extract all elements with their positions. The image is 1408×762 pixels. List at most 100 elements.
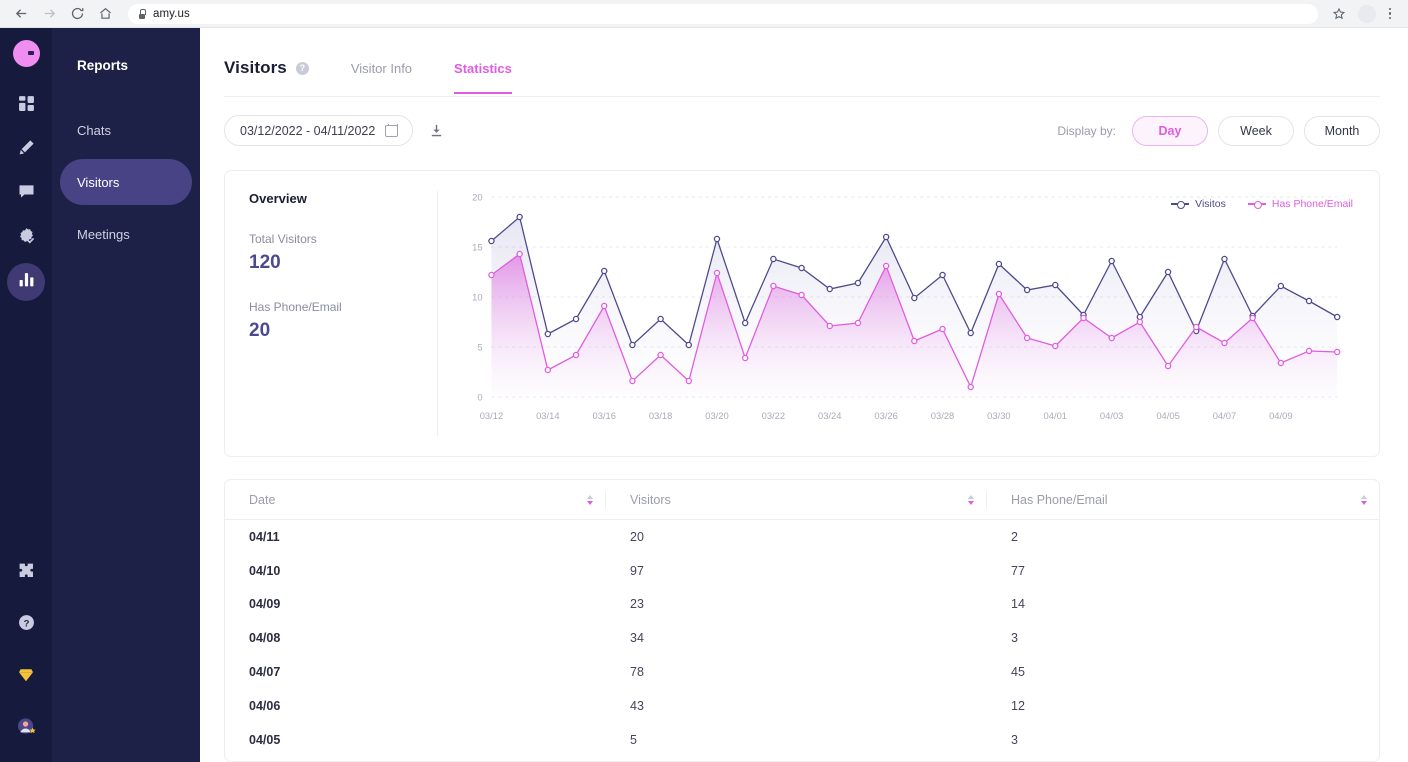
- svg-text:20: 20: [472, 192, 482, 203]
- rail-item-compose[interactable]: [7, 131, 45, 169]
- legend-label: Visitos: [1195, 198, 1226, 210]
- svg-text:04/07: 04/07: [1213, 411, 1236, 422]
- rail-item-reports[interactable]: [7, 263, 45, 301]
- chart-legend: Visitos Has Phone/Email: [1171, 198, 1353, 210]
- pencil-icon: [18, 139, 35, 161]
- display-by-label: Display by:: [1057, 123, 1116, 138]
- cell-date: 04/06: [249, 698, 281, 713]
- cell-visitors: 23: [630, 597, 644, 612]
- app-root: ? Reports Chats Visitors Meetings Visito…: [0, 28, 1408, 762]
- rail-item-account[interactable]: [7, 710, 45, 748]
- table-body: 04/11 20 2 04/10 97 77 04/09 23 14 04/08 34 3 04/07 7…: [225, 520, 1379, 761]
- cell-date: 04/07: [249, 665, 281, 680]
- svg-text:03/26: 03/26: [874, 411, 897, 422]
- table-row[interactable]: 04/06 43 12: [225, 689, 1379, 723]
- lock-icon: [138, 8, 146, 19]
- tab-visitor-info[interactable]: Visitor Info: [351, 61, 412, 94]
- stat-label: Has Phone/Email: [249, 300, 342, 314]
- table-header-row: Date Visitors Has Phone/Email: [225, 480, 1379, 520]
- user-avatar-logo[interactable]: [12, 40, 40, 67]
- home-icon[interactable]: [92, 1, 118, 27]
- tab-label: Visitor Info: [350, 60, 413, 76]
- address-bar-url: amy.us: [153, 7, 190, 20]
- svg-text:03/20: 03/20: [705, 411, 728, 422]
- sort-toggle-icon[interactable]: [587, 494, 605, 505]
- svg-text:03/30: 03/30: [987, 411, 1010, 422]
- address-bar[interactable]: amy.us: [128, 3, 1318, 24]
- question-circle-icon: ?: [18, 614, 35, 636]
- overview-panel: Overview Total Visitors 120 Has Phone/Em…: [225, 171, 437, 456]
- browser-toolbar: amy.us: [0, 0, 1408, 28]
- sidebar-title: Reports: [77, 58, 129, 73]
- sort-toggle-icon[interactable]: [1361, 494, 1379, 505]
- rail-item-chat[interactable]: [7, 175, 45, 213]
- table-row[interactable]: 04/05 5 3: [225, 723, 1379, 757]
- cell-date: 04/10: [249, 563, 281, 578]
- stat-total-visitors: Total Visitors 120: [249, 232, 437, 274]
- column-header-visitors[interactable]: Visitors: [606, 480, 986, 519]
- table-row[interactable]: 04/09 23 14: [225, 588, 1379, 622]
- svg-text:03/12: 03/12: [480, 411, 503, 422]
- table-row[interactable]: 04/07 78 45: [225, 655, 1379, 689]
- sort-asc-arrow-icon: [1361, 494, 1367, 499]
- download-icon[interactable]: [429, 123, 444, 138]
- reload-icon[interactable]: [64, 1, 90, 27]
- back-arrow-icon[interactable]: [8, 1, 34, 27]
- forward-arrow-icon[interactable]: [36, 1, 62, 27]
- sidebar-item-label: Visitors: [77, 174, 120, 190]
- tab-statistics[interactable]: Statistics: [454, 61, 512, 94]
- main-content: Visitors ? Visitor Info Statistics 03/12…: [200, 28, 1408, 762]
- display-by-month[interactable]: Month: [1304, 115, 1380, 146]
- stat-value: 120: [249, 252, 281, 273]
- grid-icon: [18, 95, 35, 117]
- visitors-line-chart: 0 5 10 15 20 03/12 03/14 03/16 03/18 03/20 03/22 03…: [472, 192, 1341, 422]
- sidebar-item-chats[interactable]: Chats: [60, 107, 192, 153]
- kebab-menu-icon[interactable]: [1382, 7, 1398, 20]
- date-range-picker[interactable]: 03/12/2022 - 04/11/2022: [224, 115, 414, 146]
- cell-date: 04/11: [249, 529, 280, 544]
- display-by-day[interactable]: Day: [1132, 115, 1208, 146]
- table-row[interactable]: 04/10 97 77: [225, 554, 1379, 588]
- gear-check-icon: [18, 227, 35, 249]
- sidebar-item-meetings[interactable]: Meetings: [60, 211, 192, 257]
- cell-visitors: 20: [630, 529, 644, 544]
- overview-title: Overview: [249, 191, 307, 206]
- legend-item-phone-email[interactable]: Has Phone/Email: [1247, 198, 1353, 210]
- date-range-value: 03/12/2022 - 04/11/2022: [240, 123, 376, 138]
- segment-label: Week: [1240, 123, 1272, 138]
- table-row[interactable]: 04/0400: [225, 757, 1379, 761]
- svg-text:04/03: 04/03: [1100, 411, 1123, 422]
- rail-item-upgrade[interactable]: [7, 658, 45, 696]
- chart-panel: Visitos Has Phone/Email 0 5 10 15 20 03/12 03/…: [438, 171, 1379, 456]
- sort-toggle-icon[interactable]: [968, 494, 986, 505]
- svg-text:15: 15: [472, 242, 482, 253]
- rail-item-integrations[interactable]: [7, 554, 45, 592]
- star-icon[interactable]: [1326, 1, 1352, 27]
- cell-date: 04/09: [249, 597, 281, 612]
- sort-desc-arrow-icon: [968, 500, 974, 505]
- legend-item-visitors[interactable]: Visitos: [1171, 198, 1226, 210]
- svg-text:03/24: 03/24: [818, 411, 841, 422]
- browser-actions: [1326, 1, 1400, 27]
- svg-text:03/14: 03/14: [536, 411, 559, 422]
- table-row[interactable]: 04/11 20 2: [225, 520, 1379, 554]
- column-header-has-phone-email[interactable]: Has Phone/Email: [987, 480, 1379, 519]
- rail-item-automation[interactable]: [7, 219, 45, 257]
- help-circle-icon[interactable]: ?: [295, 61, 309, 75]
- column-label: Date: [249, 492, 276, 507]
- table-row[interactable]: 04/08 34 3: [225, 621, 1379, 655]
- tab-label: Statistics: [454, 60, 512, 76]
- svg-text:03/22: 03/22: [762, 411, 785, 422]
- rail-item-dashboard[interactable]: [7, 87, 45, 125]
- svg-text:03/16: 03/16: [592, 411, 615, 422]
- cell-date: 04/05: [249, 732, 281, 747]
- display-by-week[interactable]: Week: [1218, 115, 1294, 146]
- rail-item-help[interactable]: ?: [7, 606, 45, 644]
- browser-profile-avatar[interactable]: [1358, 4, 1376, 23]
- column-header-date[interactable]: Date: [225, 480, 605, 519]
- stat-label: Total Visitors: [249, 232, 317, 246]
- icon-rail: ?: [0, 28, 52, 762]
- cell-visitors: 34: [630, 631, 644, 646]
- cell-date: 04/08: [249, 631, 281, 646]
- sidebar-item-visitors[interactable]: Visitors: [60, 159, 192, 205]
